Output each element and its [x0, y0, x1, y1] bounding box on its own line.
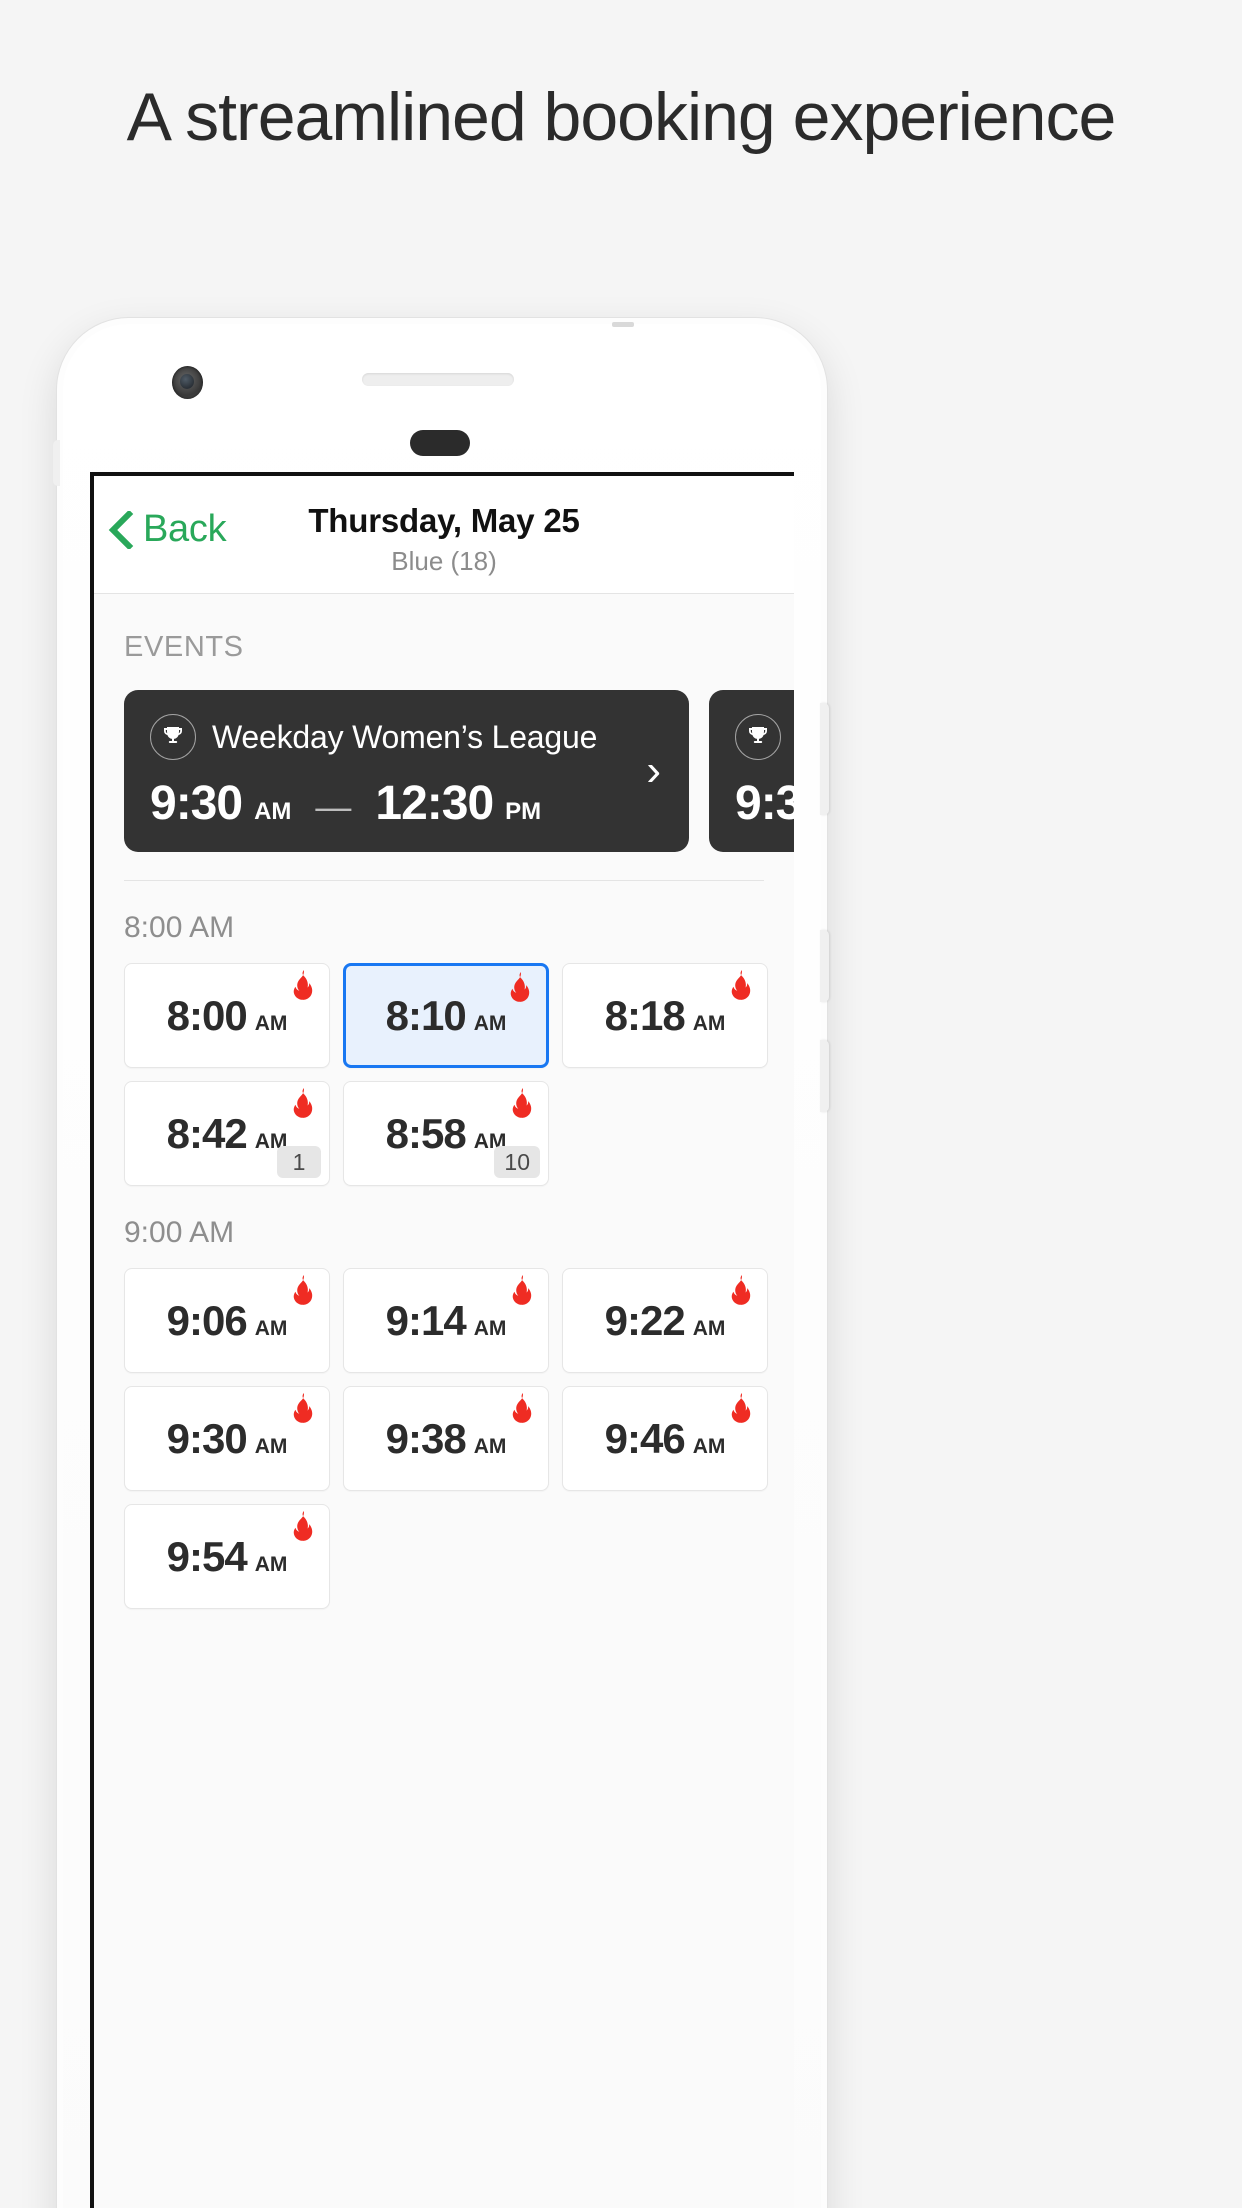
- events-carousel[interactable]: Weekday Women’s League 9:30 AM — 12:30 P…: [94, 664, 794, 852]
- time-slot-grid: 9:06 AM 9:14 AM 9:22 AM 9:30 AM 9:38 AM …: [94, 1250, 794, 1609]
- time-slot-meridiem: AM: [254, 1011, 288, 1035]
- flame-icon: [508, 1393, 534, 1423]
- time-slot-time: 8:10 AM: [386, 992, 507, 1040]
- time-slot-hour-minute: 8:42: [166, 1109, 248, 1157]
- screen-content: EVENTS Weekday Women’s League 9:30 AM — …: [94, 594, 794, 2208]
- time-slot[interactable]: 8:58 AM 10: [343, 1081, 549, 1186]
- time-slot-hour-minute: 9:46: [604, 1414, 686, 1462]
- event-card[interactable]: 9:3: [709, 690, 794, 852]
- page-headline: A streamlined booking experience: [126, 79, 1117, 155]
- flame-icon: [508, 1275, 534, 1305]
- volume-up-button[interactable]: [820, 930, 829, 1002]
- event-card-header: Weekday Women’s League: [150, 714, 689, 760]
- time-slot[interactable]: 8:18 AM: [562, 963, 768, 1068]
- marketing-screenshot: A streamlined booking experience Back Th…: [0, 0, 1242, 2208]
- time-slot-meridiem: AM: [473, 1434, 507, 1458]
- time-slot-meridiem: AM: [473, 1316, 507, 1340]
- earpiece-speaker: [410, 430, 470, 456]
- event-time-range: 9:3: [735, 776, 794, 831]
- time-group-label: 8:00 AM: [124, 911, 235, 944]
- event-card[interactable]: Weekday Women’s League 9:30 AM — 12:30 P…: [124, 690, 689, 852]
- time-slot-meridiem: AM: [692, 1316, 726, 1340]
- time-slot-hour-minute: 8:10: [385, 991, 467, 1039]
- time-slot-meridiem: AM: [254, 1434, 288, 1458]
- time-slot-time: 9:38 AM: [386, 1415, 507, 1463]
- time-slot[interactable]: 9:14 AM: [343, 1268, 549, 1373]
- time-slot[interactable]: 9:30 AM: [124, 1386, 330, 1491]
- time-slot-count-badge: 1: [277, 1146, 321, 1178]
- flame-icon: [289, 970, 315, 1000]
- event-start-meridiem: AM: [254, 798, 292, 825]
- time-slot-time: 9:46 AM: [605, 1415, 726, 1463]
- chevron-right-icon[interactable]: ›: [646, 749, 661, 793]
- event-end-time: 12:30: [375, 777, 494, 830]
- time-slot-hour-minute: 9:22: [604, 1296, 686, 1344]
- time-slot-selected[interactable]: 8:10 AM: [343, 963, 549, 1068]
- time-slot-time: 8:58 AM: [386, 1110, 507, 1158]
- trophy-icon: [150, 714, 196, 760]
- flame-icon: [727, 1393, 753, 1423]
- page-subtitle: Blue (18): [391, 546, 497, 576]
- app-screen: Back Thursday, May 25 Blue (18) EVENTS W…: [94, 476, 794, 2208]
- app-navbar: Back Thursday, May 25 Blue (18): [94, 476, 794, 594]
- event-end-meridiem: PM: [505, 798, 542, 825]
- events-section-label: EVENTS: [124, 631, 244, 663]
- time-slot-meridiem: AM: [254, 1316, 288, 1340]
- flame-icon: [289, 1511, 315, 1541]
- event-time-range: 9:30 AM — 12:30 PM: [150, 776, 689, 831]
- time-slot-time: 9:22 AM: [605, 1297, 726, 1345]
- event-start-time: 9:3: [735, 777, 794, 830]
- volume-down-button[interactable]: [820, 1040, 829, 1112]
- earpiece-sensor: [362, 373, 514, 386]
- time-slot-time: 9:14 AM: [386, 1297, 507, 1345]
- mute-switch[interactable]: [53, 440, 60, 486]
- time-slot-meridiem: AM: [473, 1011, 507, 1035]
- time-slot[interactable]: 9:06 AM: [124, 1268, 330, 1373]
- time-slot-hour-minute: 9:30: [166, 1414, 248, 1462]
- power-button[interactable]: [820, 703, 829, 815]
- time-slot-meridiem: AM: [254, 1552, 288, 1576]
- time-slot-time: 8:42 AM: [167, 1110, 288, 1158]
- phone-screen: Back Thursday, May 25 Blue (18) EVENTS W…: [90, 472, 794, 2208]
- flame-icon: [727, 970, 753, 1000]
- time-slot[interactable]: 9:54 AM: [124, 1504, 330, 1609]
- flame-icon: [506, 972, 532, 1002]
- time-slot[interactable]: 9:46 AM: [562, 1386, 768, 1491]
- time-slot-hour-minute: 8:58: [385, 1109, 467, 1157]
- time-slot-hour-minute: 9:54: [166, 1532, 248, 1580]
- time-slot-hour-minute: 9:14: [385, 1296, 467, 1344]
- time-slot-time: 9:30 AM: [167, 1415, 288, 1463]
- flame-icon: [289, 1275, 315, 1305]
- event-start-time: 9:30: [150, 777, 243, 830]
- time-slot[interactable]: 8:00 AM: [124, 963, 330, 1068]
- time-slot-time: 8:18 AM: [605, 992, 726, 1040]
- time-slot-time: 8:00 AM: [167, 992, 288, 1040]
- time-group-label: 9:00 AM: [124, 1216, 235, 1249]
- phone-top-notch: [612, 322, 634, 327]
- navbar-center: Thursday, May 25 Blue (18): [94, 502, 794, 577]
- time-slot-hour-minute: 8:00: [166, 991, 248, 1039]
- time-slot-meridiem: AM: [692, 1434, 726, 1458]
- time-slot-hour-minute: 9:06: [166, 1296, 248, 1344]
- time-slot-hour-minute: 8:18: [604, 991, 686, 1039]
- time-slot[interactable]: 9:22 AM: [562, 1268, 768, 1373]
- time-slot-time: 9:54 AM: [167, 1533, 288, 1581]
- time-slot-grid: 8:00 AM 8:10 AM 8:18 AM 8:42 AM 1 8:58 A…: [94, 945, 794, 1186]
- flame-icon: [289, 1393, 315, 1423]
- event-card-header: [735, 714, 794, 760]
- flame-icon: [727, 1275, 753, 1305]
- time-slot-time: 9:06 AM: [167, 1297, 288, 1345]
- front-camera-icon: [172, 366, 203, 399]
- flame-icon: [289, 1088, 315, 1118]
- page-title: Thursday, May 25: [308, 502, 580, 539]
- time-slot-meridiem: AM: [692, 1011, 726, 1035]
- time-slot[interactable]: 8:42 AM 1: [124, 1081, 330, 1186]
- flame-icon: [508, 1088, 534, 1118]
- time-slot-count-badge: 10: [494, 1146, 540, 1178]
- event-name: Weekday Women’s League: [212, 718, 598, 755]
- time-slot-hour-minute: 9:38: [385, 1414, 467, 1462]
- time-slot[interactable]: 9:38 AM: [343, 1386, 549, 1491]
- event-time-dash: —: [315, 786, 352, 827]
- trophy-icon: [735, 714, 781, 760]
